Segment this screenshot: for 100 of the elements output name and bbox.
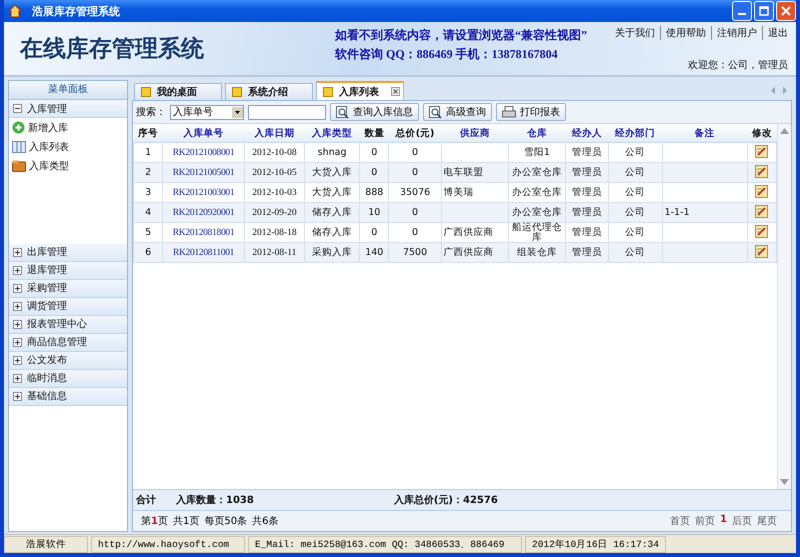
sidebar-group[interactable]: 报表管理中心 (9, 316, 127, 334)
column-header: 经办人 (565, 124, 608, 142)
printer-icon (502, 106, 516, 118)
table-cell: 采购入库 (304, 242, 360, 262)
search-input[interactable] (248, 104, 326, 120)
order-link[interactable]: RK20120811001 (162, 242, 244, 262)
column-header: 供应商 (441, 124, 508, 142)
minimize-button[interactable] (732, 1, 752, 21)
sidebar-group[interactable]: 入库管理 (9, 100, 127, 118)
tab[interactable]: 系统介绍 (225, 83, 313, 100)
edit-icon[interactable] (755, 244, 768, 258)
table-cell: 1-1-1 (662, 202, 748, 222)
column-header: 入库单号 (162, 124, 244, 142)
search-icon (336, 106, 349, 118)
print-button[interactable]: 打印报表 (496, 103, 566, 121)
scrollbar[interactable] (777, 124, 791, 489)
edit-icon[interactable] (755, 224, 768, 238)
welcome-text: 欢迎您：公司，管理员 (688, 58, 788, 72)
summary-total: 入库总价(元)：42576 (394, 493, 498, 507)
plus-circle-icon (12, 121, 25, 134)
column-header: 入库类型 (304, 124, 360, 142)
table-cell: 大货入库 (304, 162, 360, 182)
tab[interactable]: 我的桌面 (134, 83, 222, 100)
pager-link[interactable]: 后页 (732, 514, 752, 528)
sidebar-item[interactable]: 入库类型 (9, 156, 127, 175)
sidebar-group[interactable]: 公文发布 (9, 352, 127, 370)
close-icon[interactable] (391, 87, 400, 96)
scroll-up-icon[interactable] (780, 128, 789, 134)
table-cell: 2 (134, 162, 163, 182)
maximize-button[interactable] (754, 1, 774, 21)
header-link[interactable]: 注销用户 (711, 26, 757, 40)
window-title: 浩展库存管理系统 (32, 4, 121, 18)
table-cell (441, 202, 508, 222)
table-cell: 0 (388, 162, 442, 182)
column-header: 经办部门 (608, 124, 662, 142)
table-cell: 办公室仓库 (508, 162, 566, 182)
table-cell: 广西供应商 (441, 242, 508, 262)
close-icon (781, 6, 791, 16)
house-icon (8, 4, 22, 18)
sidebar-group[interactable]: 商品信息管理 (9, 334, 127, 352)
search-button[interactable]: 查询入库信息 (330, 103, 419, 121)
pager-link[interactable]: 首页 (670, 514, 690, 528)
table-cell: 2012-09-20 (244, 202, 305, 222)
table-cell: 电车联盟 (441, 162, 508, 182)
table-cell: 管理员 (565, 162, 608, 182)
scroll-down-icon[interactable] (780, 479, 789, 485)
page-indicator: 第1页 (141, 515, 168, 528)
table-cell: 公司 (608, 162, 662, 182)
tab[interactable]: 入库列表 (316, 81, 404, 100)
page-size: 每页50条 (204, 515, 248, 528)
caret-icon (232, 106, 243, 118)
column-header: 数量 (360, 124, 389, 142)
edit-icon[interactable] (755, 164, 768, 178)
minimize-icon (738, 13, 746, 15)
sidebar-item[interactable]: 新增入库 (9, 118, 127, 137)
record-count: 共6条 (252, 514, 278, 528)
sidebar-group[interactable]: 基础信息 (9, 388, 127, 406)
summary-quantity: 入库数量：1038 (176, 493, 254, 507)
sidebar-group[interactable]: 出库管理 (9, 244, 127, 262)
close-button[interactable] (776, 1, 796, 21)
contact-text: 软件咨询 QQ：886469 手机：13878167804 (335, 46, 559, 62)
table-cell: 6 (134, 242, 163, 262)
status-text: 2012年10月16日 16:17:34 (525, 536, 666, 552)
status-text: http://www.haoysoft.com (91, 536, 245, 552)
summary-label: 合计 (136, 494, 156, 507)
column-header: 入库日期 (244, 124, 305, 142)
column-header: 序号 (134, 124, 163, 142)
sidebar-group[interactable]: 调货管理 (9, 298, 127, 316)
status-text: 浩展软件 (4, 536, 88, 552)
header-link[interactable]: 关于我们 (615, 26, 655, 40)
pager-link[interactable]: 尾页 (757, 514, 777, 528)
table-cell: 管理员 (565, 242, 608, 262)
table-cell: 公司 (608, 242, 662, 262)
table-cell: 2012-10-05 (244, 162, 305, 182)
table-cell: 10 (360, 202, 389, 222)
sidebar-group[interactable]: 采购管理 (9, 280, 127, 298)
folder-icon (12, 160, 26, 172)
header-link[interactable]: 退出 (762, 26, 788, 40)
order-link[interactable]: RK20121005001 (162, 162, 244, 182)
page-count: 共1页 (172, 514, 200, 528)
header-link[interactable]: 使用帮助 (660, 26, 706, 40)
notice-text: 如看不到系统内容，请设置浏览器“兼容性视图” (335, 26, 588, 44)
edit-icon[interactable] (755, 204, 768, 218)
order-link[interactable]: RK20120920001 (162, 202, 244, 222)
table-cell: 0 (360, 162, 389, 182)
table-cell: 140 (360, 242, 389, 262)
pager-link[interactable]: 1 (720, 514, 727, 528)
pager-link[interactable]: 前页 (695, 514, 716, 528)
search-button[interactable]: 高级查询 (423, 103, 492, 121)
column-header: 备注 (662, 124, 748, 142)
search-type-dropdown[interactable]: 入库单号 (170, 104, 244, 120)
sidebar-item[interactable]: 入库列表 (9, 137, 127, 156)
status-text: E_Mail: mei5258@163.com QQ: 34860533、886469 (248, 536, 522, 552)
edit-icon[interactable] (755, 184, 768, 198)
table-icon (12, 140, 26, 152)
column-header: 仓库 (508, 124, 566, 142)
edit-icon[interactable] (755, 144, 768, 158)
sidebar-group[interactable]: 临时消息 (9, 370, 127, 388)
table-cell: 办公室仓库 (508, 202, 566, 222)
sidebar-group[interactable]: 退库管理 (9, 262, 127, 280)
